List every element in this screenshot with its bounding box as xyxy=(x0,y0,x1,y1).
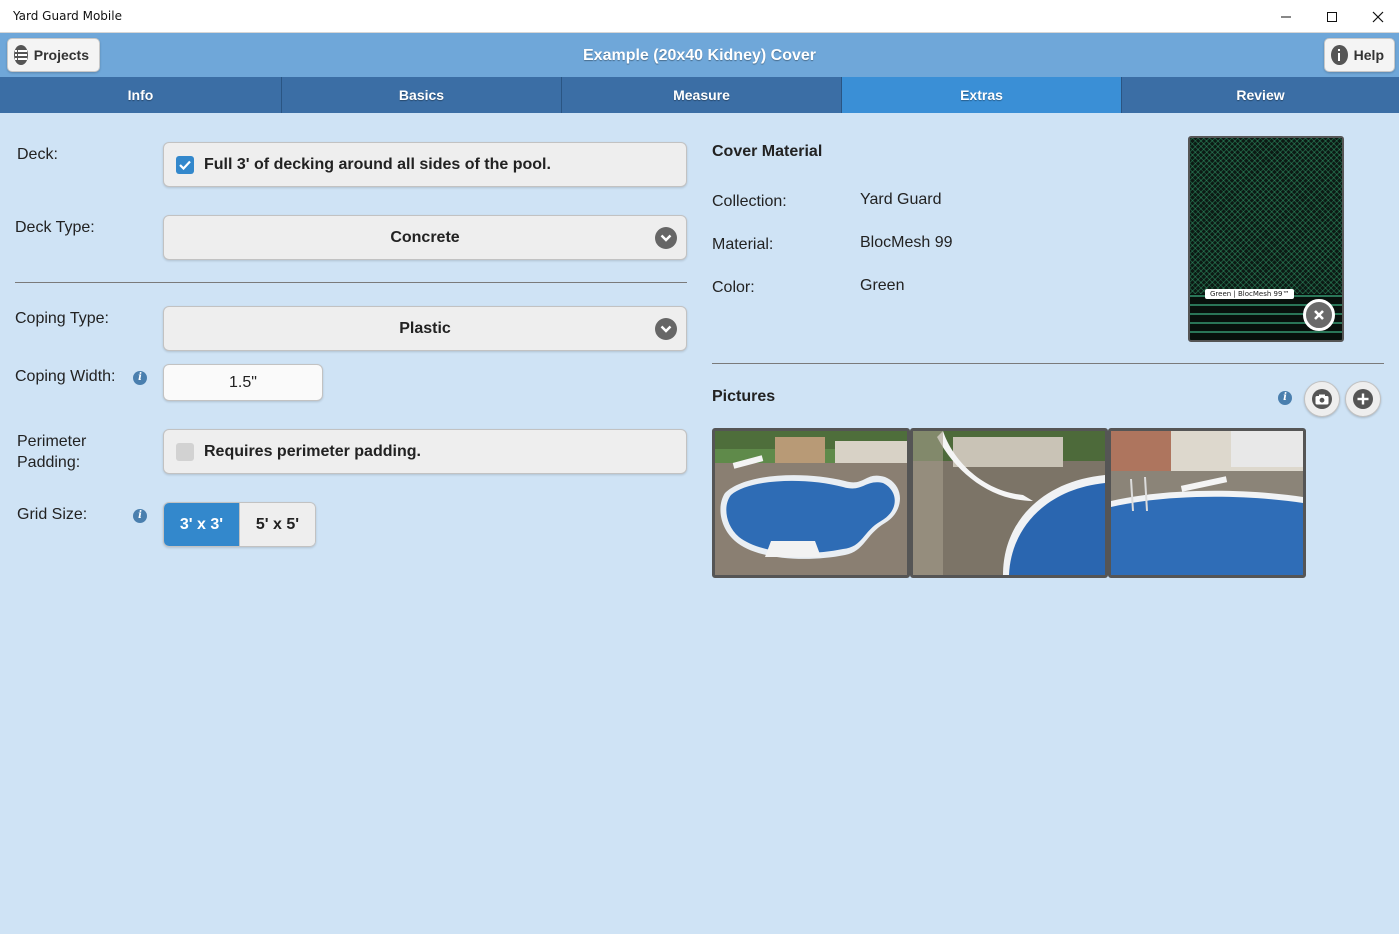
pool-photo-image xyxy=(715,431,907,575)
help-button[interactable]: Help xyxy=(1324,38,1395,72)
deck-checkbox-label: Full 3' of decking around all sides of t… xyxy=(204,155,551,173)
pool-photo-1[interactable] xyxy=(712,428,910,578)
grid-option-3x3[interactable]: 3' x 3' xyxy=(164,503,239,546)
pool-photo-image xyxy=(1111,431,1303,575)
chevron-down-icon xyxy=(655,318,677,340)
coping-width-label: Coping Width: xyxy=(15,368,116,385)
form-divider xyxy=(15,282,687,283)
camera-button[interactable] xyxy=(1304,381,1340,417)
deck-checkbox[interactable]: Full 3' of decking around all sides of t… xyxy=(163,142,687,187)
collection-label: Collection: xyxy=(712,193,787,210)
coping-type-value: Plastic xyxy=(399,319,451,337)
deck-type-select[interactable]: Concrete xyxy=(163,215,687,260)
tab-review[interactable]: Review xyxy=(1122,77,1399,113)
checkbox-checked-icon xyxy=(176,155,194,174)
app-header: Projects Example (20x40 Kidney) Cover He… xyxy=(0,33,1399,77)
collection-value: Yard Guard xyxy=(860,191,942,208)
material-swatch-image: Green | BlocMesh 99™ xyxy=(1188,136,1344,342)
tab-basics[interactable]: Basics xyxy=(282,77,562,113)
help-label: Help xyxy=(1353,47,1384,63)
remove-material-button[interactable] xyxy=(1303,299,1335,331)
info-icon[interactable]: i xyxy=(133,509,147,523)
info-icon[interactable]: i xyxy=(133,371,147,385)
pool-photo-3[interactable] xyxy=(1108,428,1306,578)
color-label: Color: xyxy=(712,279,755,296)
right-divider xyxy=(712,363,1384,364)
add-picture-button[interactable] xyxy=(1345,381,1381,417)
pictures-heading: Pictures xyxy=(712,388,776,405)
plus-icon xyxy=(1353,389,1373,409)
perimeter-checkbox[interactable]: Requires perimeter padding. xyxy=(163,429,687,474)
maximize-button[interactable] xyxy=(1309,0,1355,33)
maximize-icon xyxy=(1327,11,1337,22)
deck-type-label: Deck Type: xyxy=(15,219,95,236)
close-icon xyxy=(1314,310,1324,320)
tab-info[interactable]: Info xyxy=(0,77,282,113)
perimeter-label-line2: Padding: xyxy=(17,454,81,471)
pool-photo-image xyxy=(913,431,1105,575)
swatch-tag: Green | BlocMesh 99™ xyxy=(1205,289,1295,299)
close-button[interactable] xyxy=(1355,0,1399,33)
info-icon[interactable]: i xyxy=(1278,391,1292,405)
tab-bar: Info Basics Measure Extras Review xyxy=(0,77,1399,113)
perimeter-checkbox-label: Requires perimeter padding. xyxy=(204,442,421,460)
checkbox-unchecked-icon xyxy=(176,442,194,461)
cover-material-heading: Cover Material xyxy=(712,143,823,160)
minimize-button[interactable] xyxy=(1263,0,1309,33)
info-icon xyxy=(1331,45,1348,65)
pool-photo-2[interactable] xyxy=(910,428,1108,578)
window-title: Yard Guard Mobile xyxy=(13,9,122,23)
grid-size-segmented-control: 3' x 3' 5' x 5' xyxy=(163,502,316,547)
grid-size-label: Grid Size: xyxy=(17,506,88,523)
tab-extras[interactable]: Extras xyxy=(842,77,1122,113)
chevron-down-icon xyxy=(655,227,677,249)
camera-icon xyxy=(1312,389,1332,409)
deck-label: Deck: xyxy=(17,146,58,163)
perimeter-label-line1: Perimeter xyxy=(17,433,87,450)
material-value: BlocMesh 99 xyxy=(860,234,953,251)
material-label: Material: xyxy=(712,236,774,253)
color-value: Green xyxy=(860,277,905,294)
page-title: Example (20x40 Kidney) Cover xyxy=(583,47,816,64)
coping-width-input[interactable]: 1.5" xyxy=(163,364,323,401)
window-titlebar: Yard Guard Mobile xyxy=(0,0,1399,33)
minimize-icon xyxy=(1281,16,1291,17)
deck-type-value: Concrete xyxy=(390,228,460,246)
coping-type-select[interactable]: Plastic xyxy=(163,306,687,351)
grid-option-5x5[interactable]: 5' x 5' xyxy=(239,503,315,546)
coping-width-value: 1.5" xyxy=(229,373,257,391)
tab-measure[interactable]: Measure xyxy=(562,77,842,113)
coping-type-label: Coping Type: xyxy=(15,310,109,327)
close-icon xyxy=(1372,11,1384,22)
